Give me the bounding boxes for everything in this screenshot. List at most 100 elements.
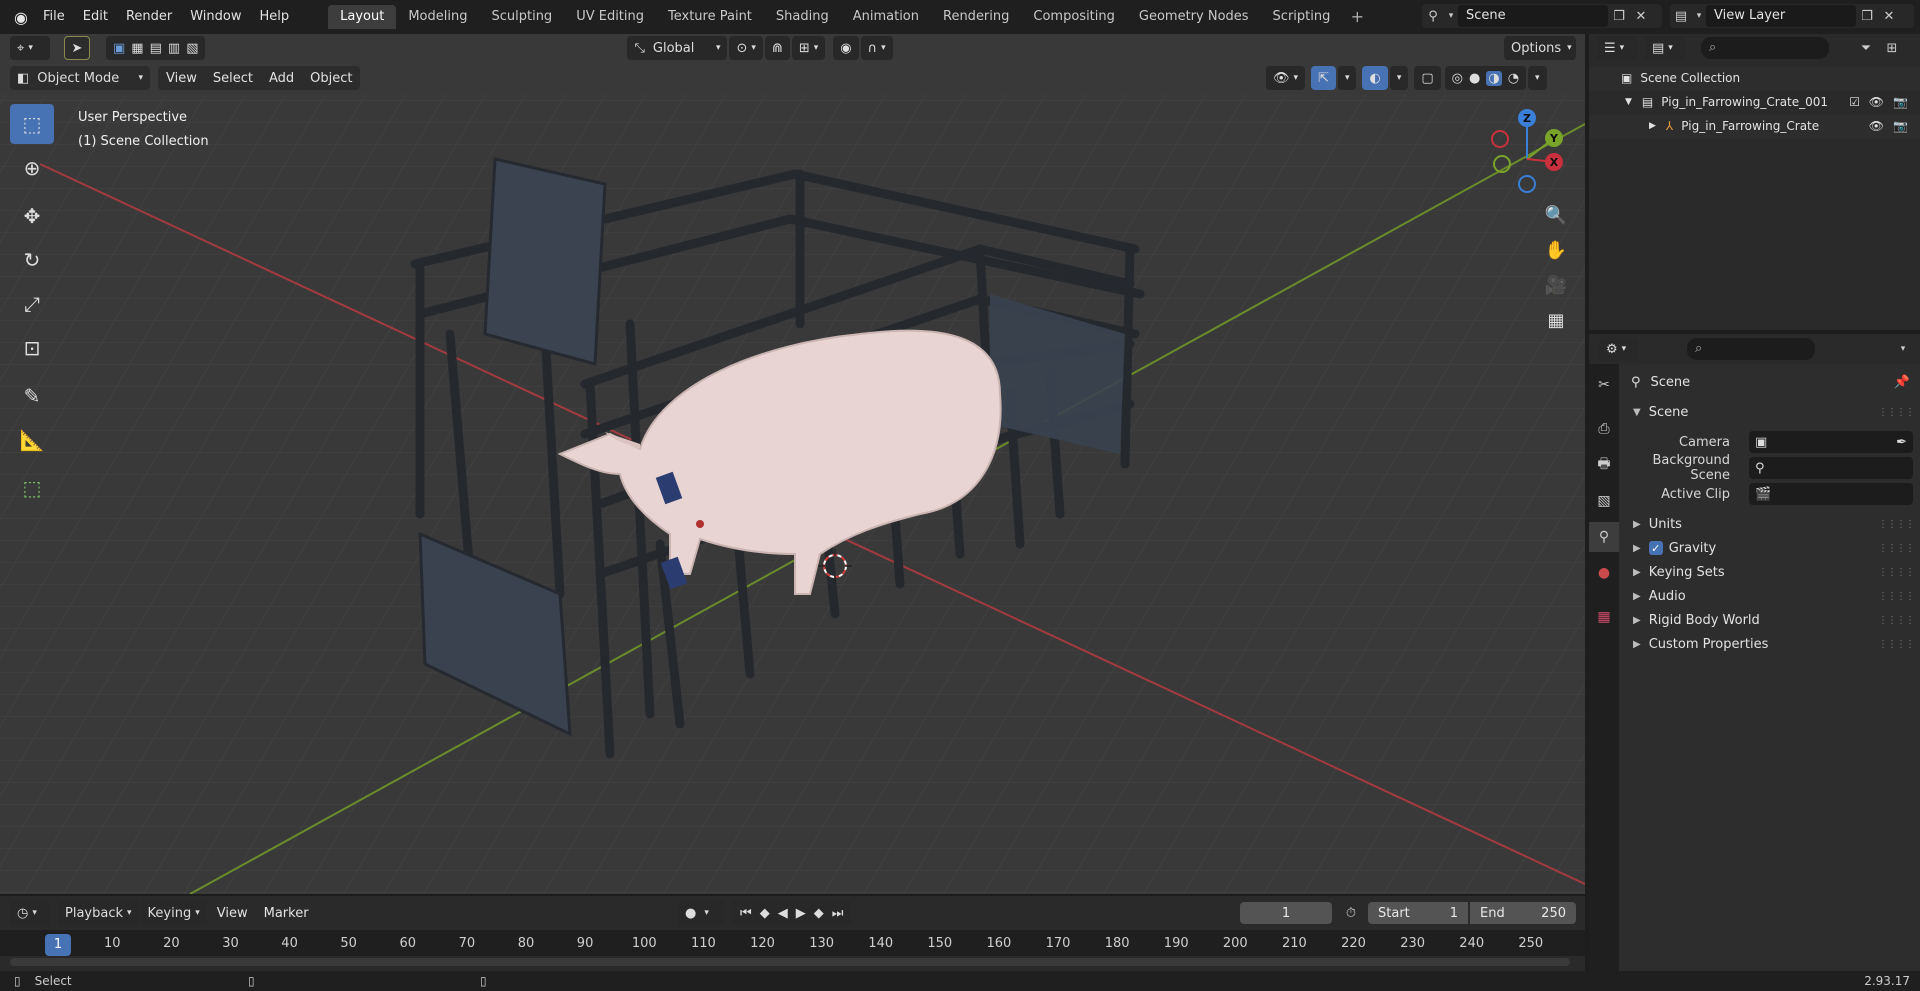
tool-tab-icon[interactable]: ✂ — [1589, 370, 1619, 400]
filter-icon[interactable]: ⏷ — [1855, 37, 1877, 59]
output-tab-icon[interactable]: 🖶 — [1589, 450, 1619, 480]
menu-timeline-view[interactable]: View — [209, 906, 256, 921]
select-invert-icon[interactable]: ▥ — [168, 41, 180, 56]
play-icon[interactable]: ▶ — [792, 906, 810, 921]
pivot-point-dropdown[interactable]: ⊙ ▾ — [729, 36, 763, 60]
panel-grip-icon[interactable]: ⋮⋮⋮⋮ — [1878, 519, 1915, 530]
menu-select[interactable]: Select — [205, 71, 261, 86]
outliner-row-collection[interactable]: ▼ ▤ Pig_in_Farrowing_Crate_001 ☑ 👁 📷 — [1589, 90, 1920, 114]
chevron-down-icon[interactable]: ▾ — [1692, 5, 1706, 27]
world-tab-icon[interactable]: ● — [1589, 558, 1619, 588]
camera-render-icon[interactable]: 📷 — [1893, 119, 1908, 133]
tab-geometry-nodes[interactable]: Geometry Nodes — [1127, 5, 1261, 29]
new-collection-icon[interactable]: ⊞ — [1881, 37, 1903, 59]
menu-edit[interactable]: Edit — [74, 5, 117, 29]
3d-viewport[interactable]: Z Y X ⌖ ▾ ➤ ▣ ▦ ▤ ▥ ▧ ⤡ Global ▾ ⊙ ▾ ⋒ ⊞ ▾ ◉ … — [0, 34, 1585, 894]
shading-dropdown[interactable]: ▾ — [1528, 66, 1547, 90]
overlay-toggle[interactable]: ◐ — [1362, 66, 1388, 90]
panel-grip-icon[interactable]: ⋮⋮⋮⋮ — [1878, 591, 1915, 602]
menu-object[interactable]: Object — [302, 71, 360, 86]
jump-start-icon[interactable]: ⏮ — [736, 906, 756, 921]
eyedropper-icon[interactable]: ✒ — [1896, 435, 1907, 450]
eye-icon[interactable]: 👁 — [1869, 95, 1884, 109]
panel-custom-properties-header[interactable]: ▶ Custom Properties ⋮⋮⋮⋮ — [1619, 632, 1920, 656]
add-cube-tool[interactable]: ⬚ — [10, 468, 54, 508]
jump-end-icon[interactable]: ⏭ — [828, 906, 848, 921]
stopwatch-icon[interactable]: ⏱ — [1340, 902, 1362, 924]
pan-hand-icon[interactable]: ✋ — [1540, 234, 1572, 266]
select-mode-buttons[interactable]: ▣ ▦ ▤ ▥ ▧ — [106, 36, 206, 60]
tab-modeling[interactable]: Modeling — [396, 5, 479, 29]
texture-tab-icon[interactable]: ▦ — [1589, 602, 1619, 632]
camera-render-icon[interactable]: 📷 — [1893, 95, 1908, 109]
editor-type-button[interactable]: ⌖ ▾ — [10, 36, 50, 60]
menu-playback[interactable]: Playback ▾ — [58, 901, 139, 925]
rendered-shading-icon[interactable]: ◔ — [1508, 71, 1519, 86]
select-box-tool[interactable]: ⬚ — [10, 104, 54, 144]
panel-grip-icon[interactable]: ⋮⋮⋮⋮ — [1878, 543, 1915, 554]
measure-tool[interactable]: 📐 — [10, 420, 54, 460]
scene-tab-icon[interactable]: ⚲ — [1589, 522, 1619, 552]
auto-keying-toggle[interactable]: ● ▾ — [678, 901, 724, 925]
timeline-scrollbar[interactable] — [10, 958, 1570, 966]
select-new-icon[interactable]: ▣ — [113, 41, 125, 56]
visibility-dropdown[interactable]: 👁 ▾ — [1266, 66, 1306, 90]
panel-grip-icon[interactable]: ⋮⋮⋮⋮ — [1878, 407, 1915, 418]
view-layer-field[interactable]: View Layer — [1706, 5, 1856, 27]
tab-animation[interactable]: Animation — [841, 5, 931, 29]
expand-triangle-icon[interactable]: ▼ — [1625, 97, 1632, 107]
view-layer-icon[interactable]: ▤ — [1670, 5, 1692, 27]
proportional-edit-toggle[interactable]: ◉ — [833, 36, 859, 60]
close-icon[interactable]: ✕ — [1878, 5, 1900, 27]
mode-dropdown[interactable]: ◧ Object Mode ▾ — [10, 66, 150, 90]
gravity-checkbox[interactable]: ✓ — [1648, 541, 1663, 555]
blender-logo-icon[interactable]: ◉ — [8, 4, 34, 30]
properties-editor-type-button[interactable]: ⚙ ▾ — [1599, 337, 1639, 361]
zoom-icon[interactable]: 🔍 — [1540, 199, 1572, 231]
select-extend-icon[interactable]: ▦ — [131, 41, 143, 56]
snap-toggle[interactable]: ⋒ — [764, 36, 790, 60]
annotate-tool[interactable]: ✎ — [10, 376, 54, 416]
add-workspace-icon[interactable]: + — [1346, 6, 1368, 28]
frame-cursor[interactable]: 1 — [45, 934, 71, 956]
tab-shading[interactable]: Shading — [764, 5, 841, 29]
panel-grip-icon[interactable]: ⋮⋮⋮⋮ — [1878, 567, 1915, 578]
frame-ruler[interactable]: 1 10 20 30 40 50 60 70 80 90 100 110 120 130 140 150 16… — [0, 930, 1585, 956]
panel-grip-icon[interactable]: ⋮⋮⋮⋮ — [1878, 615, 1915, 626]
grid-perspective-icon[interactable]: ▦ — [1540, 304, 1572, 336]
outliner-editor-type-button[interactable]: ☰ ▾ — [1597, 36, 1637, 60]
active-clip-field[interactable]: 🎬 — [1749, 483, 1913, 505]
chevron-down-icon[interactable]: ▾ — [1892, 338, 1914, 360]
camera-field[interactable]: ▣ ✒ — [1749, 431, 1913, 453]
transform-orientation-dropdown[interactable]: ⤡ Global ▾ — [627, 36, 728, 60]
gizmo-toggle[interactable]: ⇱ — [1311, 66, 1336, 90]
panel-keying-sets-header[interactable]: ▶ Keying Sets ⋮⋮⋮⋮ — [1619, 560, 1920, 584]
menu-add[interactable]: Add — [261, 71, 302, 86]
menu-keying[interactable]: Keying ▾ — [140, 901, 207, 925]
outliner-search-input[interactable]: ⌕ — [1701, 37, 1829, 59]
panel-grip-icon[interactable]: ⋮⋮⋮⋮ — [1878, 639, 1915, 650]
falloff-dropdown[interactable]: ∩ ▾ — [860, 36, 893, 60]
timeline-editor-type-button[interactable]: ◷ ▾ — [10, 901, 50, 925]
view-layer-tab-icon[interactable]: ▧ — [1589, 486, 1619, 516]
wireframe-shading-icon[interactable]: ◎ — [1452, 71, 1463, 86]
copy-scene-icon[interactable]: ❐ — [1608, 5, 1630, 27]
eye-icon[interactable]: 👁 — [1869, 119, 1884, 133]
pin-icon[interactable]: 📌 — [1894, 375, 1910, 390]
panel-audio-header[interactable]: ▶ Audio ⋮⋮⋮⋮ — [1619, 584, 1920, 608]
select-tool-button[interactable]: ➤ — [64, 36, 90, 60]
tab-sculpting[interactable]: Sculpting — [479, 5, 564, 29]
select-intersect-icon[interactable]: ▧ — [186, 41, 198, 56]
background-scene-field[interactable]: ⚲ — [1749, 457, 1913, 479]
tab-compositing[interactable]: Compositing — [1021, 5, 1127, 29]
panel-gravity-header[interactable]: ▶ ✓ Gravity ⋮⋮⋮⋮ — [1619, 536, 1920, 560]
camera-view-icon[interactable]: 🎥 — [1540, 269, 1572, 301]
outliner-row-object[interactable]: ▶ ⅄ Pig_in_Farrowing_Crate 👁 📷 — [1589, 114, 1920, 138]
menu-render[interactable]: Render — [117, 5, 181, 29]
menu-view[interactable]: View — [158, 71, 205, 86]
outliner-row-scene-collection[interactable]: ▣ Scene Collection — [1589, 66, 1920, 90]
material-shading-icon[interactable]: ◑ — [1486, 70, 1502, 86]
overlay-dropdown[interactable]: ▾ — [1389, 66, 1409, 90]
scene-icon[interactable]: ⚲ — [1422, 5, 1444, 27]
rotate-tool[interactable]: ↻ — [10, 240, 54, 280]
